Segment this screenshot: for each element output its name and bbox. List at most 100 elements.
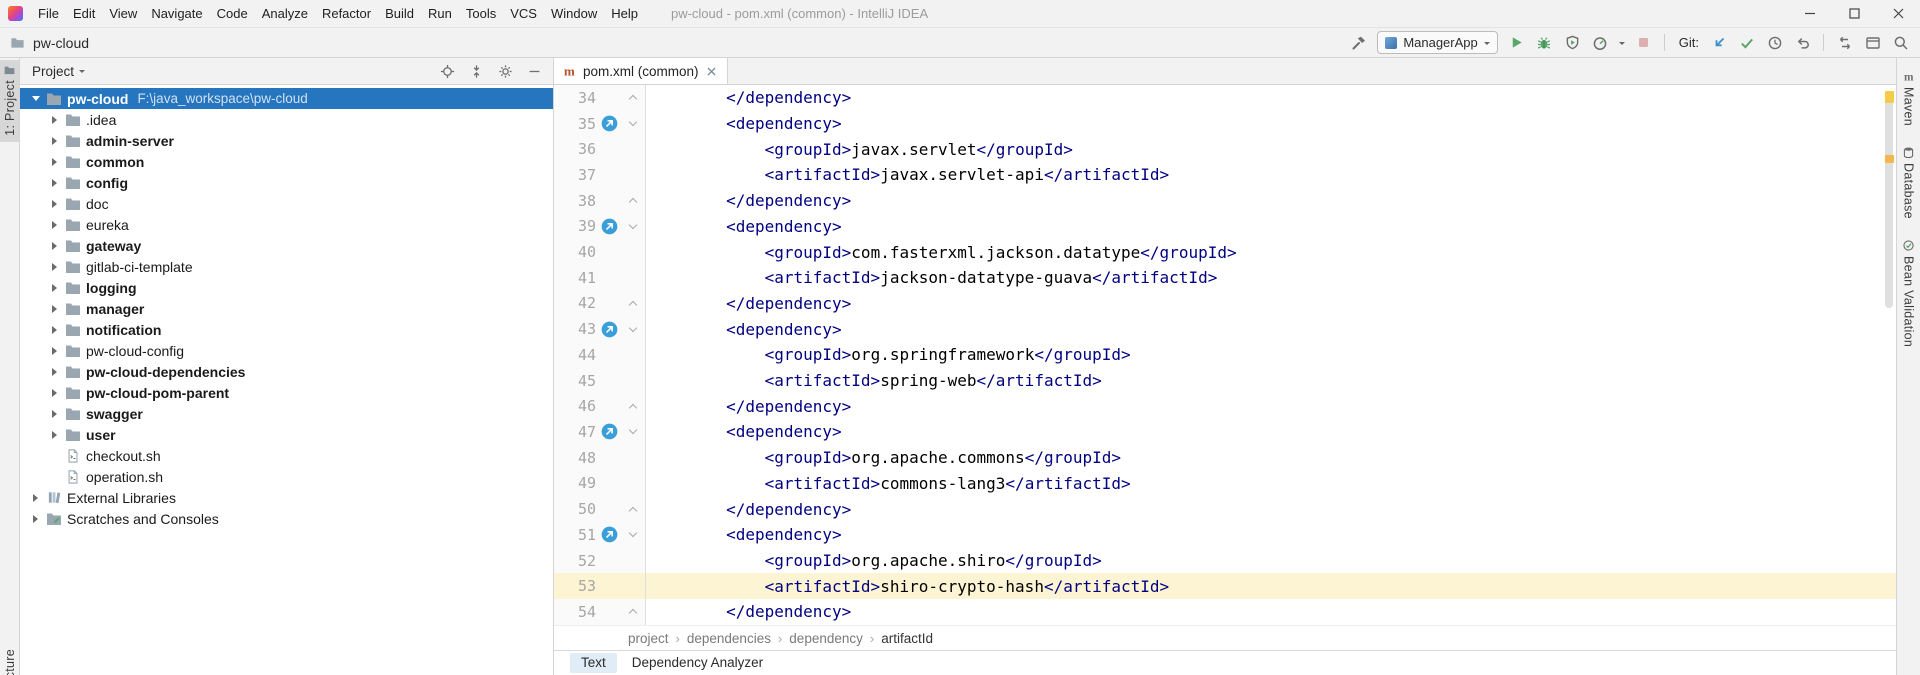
tree-item-eureka[interactable]: eureka [20,214,553,235]
bottom-tab-dependency-analyzer[interactable]: Dependency Analyzer [621,653,774,673]
warning-stripe-mark[interactable] [1885,91,1894,103]
tool-window-tab-bean-validation[interactable]: Bean Validation [1902,239,1916,347]
close-tab-icon[interactable] [705,65,718,78]
editor-gutter[interactable]: 53 [554,573,646,599]
fold-end-marker-icon[interactable] [623,196,643,205]
editor-gutter[interactable]: 45 [554,368,646,394]
code-text[interactable]: <artifactId>javax.servlet-api</artifactI… [649,165,1169,184]
code-text[interactable]: </dependency> [649,88,851,107]
editor-gutter[interactable]: 43 [554,316,646,342]
editor-gutter[interactable]: 40 [554,239,646,265]
code-text[interactable]: <dependency> [649,525,842,544]
editor-gutter[interactable]: 35 [554,111,646,137]
editor-gutter[interactable]: 47 [554,419,646,445]
code-line-53[interactable]: 53 <artifactId>shiro-crypto-hash</artifa… [554,573,1896,599]
menu-window[interactable]: Window [544,0,604,27]
tree-expand-arrow-icon[interactable] [46,179,63,187]
code-line-54[interactable]: 54 </dependency> [554,599,1896,625]
update-project-icon[interactable] [1709,33,1728,52]
code-text[interactable]: <dependency> [649,217,842,236]
menu-navigate[interactable]: Navigate [144,0,209,27]
editor-gutter[interactable]: 54 [554,599,646,625]
run-configuration-select[interactable]: ManagerApp [1377,31,1497,54]
editor-scrollbar[interactable] [1882,85,1896,625]
run-icon[interactable] [1507,33,1526,52]
code-text[interactable]: <groupId>org.apache.commons</groupId> [649,448,1121,467]
tree-item-user[interactable]: user [20,424,553,445]
fold-start-marker-icon[interactable] [623,328,643,331]
maven-dependency-gutter-icon[interactable] [596,115,623,132]
fold-end-marker-icon[interactable] [623,299,643,308]
tree-item-operation-sh[interactable]: operation.sh [20,466,553,487]
tree-item-swagger[interactable]: swagger [20,403,553,424]
hide-panel-icon[interactable] [525,62,543,80]
tree-item-common[interactable]: common [20,151,553,172]
tree-expand-arrow-icon[interactable] [46,389,63,397]
code-text[interactable]: <groupId>org.apache.shiro</groupId> [649,551,1102,570]
compare-icon[interactable] [1835,33,1854,52]
editor-gutter[interactable]: 37 [554,162,646,188]
code-line-36[interactable]: 36 <groupId>javax.servlet</groupId> [554,136,1896,162]
tree-expand-arrow-icon[interactable] [46,200,63,208]
scrollbar-thumb[interactable] [1885,93,1893,308]
breadcrumb-project[interactable]: project [628,631,669,646]
history-icon[interactable] [1765,33,1784,52]
tree-expand-arrow-icon[interactable] [46,347,63,355]
tree-item-pw-cloud-config[interactable]: pw-cloud-config [20,340,553,361]
editor-tab-pom-xml[interactable]: m pom.xml (common) [554,58,728,84]
tree-expand-arrow-icon[interactable] [46,326,63,334]
tree-expand-arrow-icon[interactable] [46,305,63,313]
gear-icon[interactable] [496,62,514,80]
menu-build[interactable]: Build [378,0,421,27]
code-text[interactable]: </dependency> [649,191,851,210]
editor-gutter[interactable]: 41 [554,265,646,291]
code-line-48[interactable]: 48 <groupId>org.apache.commons</groupId> [554,445,1896,471]
code-line-51[interactable]: 51 <dependency> [554,522,1896,548]
code-line-35[interactable]: 35 <dependency> [554,111,1896,137]
tree-item-pw-cloud-pom-parent[interactable]: pw-cloud-pom-parent [20,382,553,403]
code-line-50[interactable]: 50 </dependency> [554,496,1896,522]
tree-expand-arrow-icon[interactable] [27,494,44,502]
fold-end-marker-icon[interactable] [623,505,643,514]
fold-start-marker-icon[interactable] [623,430,643,433]
code-text[interactable]: <dependency> [649,320,842,339]
rollback-icon[interactable] [1793,33,1812,52]
code-text[interactable]: <artifactId>spring-web</artifactId> [649,371,1102,390]
editor-gutter[interactable]: 46 [554,393,646,419]
code-text[interactable]: <dependency> [649,422,842,441]
editor-gutter[interactable]: 42 [554,291,646,317]
code-line-52[interactable]: 52 <groupId>org.apache.shiro</groupId> [554,548,1896,574]
navbar-item-project[interactable]: pw-cloud [33,35,89,51]
editor-gutter[interactable]: 50 [554,496,646,522]
code-text[interactable]: </dependency> [649,500,851,519]
code-text[interactable]: <artifactId>shiro-crypto-hash</artifactI… [649,577,1169,596]
tree-expand-arrow-icon[interactable] [46,284,63,292]
menu-refactor[interactable]: Refactor [315,0,378,27]
tree-expand-arrow-icon[interactable] [27,96,44,101]
editor-gutter[interactable]: 39 [554,214,646,240]
editor-gutter[interactable]: 34 [554,85,646,111]
code-text[interactable]: <artifactId>commons-lang3</artifactId> [649,474,1131,493]
code-line-46[interactable]: 46 </dependency> [554,393,1896,419]
tree-item-admin-server[interactable]: admin-server [20,130,553,151]
maven-dependency-gutter-icon[interactable] [596,321,623,338]
menu-run[interactable]: Run [421,0,459,27]
code-text[interactable]: </dependency> [649,602,851,621]
tool-window-tab-database[interactable]: Database [1902,146,1916,219]
project-panel-title[interactable]: Project [32,64,74,79]
code-line-45[interactable]: 45 <artifactId>spring-web</artifactId> [554,368,1896,394]
code-line-37[interactable]: 37 <artifactId>javax.servlet-api</artifa… [554,162,1896,188]
editor-gutter[interactable]: 49 [554,471,646,497]
minimize-button[interactable] [1788,0,1832,27]
menu-tools[interactable]: Tools [459,0,503,27]
breadcrumb-dependencies[interactable]: dependencies [687,631,771,646]
tree-expand-arrow-icon[interactable] [46,242,63,250]
bottom-tab-text[interactable]: Text [570,653,617,673]
code-line-49[interactable]: 49 <artifactId>commons-lang3</artifactId… [554,471,1896,497]
tree-expand-arrow-icon[interactable] [27,515,44,523]
editor-gutter[interactable]: 51 [554,522,646,548]
maven-dependency-gutter-icon[interactable] [596,423,623,440]
tree-item-gateway[interactable]: gateway [20,235,553,256]
code-line-41[interactable]: 41 <artifactId>jackson-datatype-guava</a… [554,265,1896,291]
tool-window-tab-project[interactable]: 1: Project [0,60,19,142]
